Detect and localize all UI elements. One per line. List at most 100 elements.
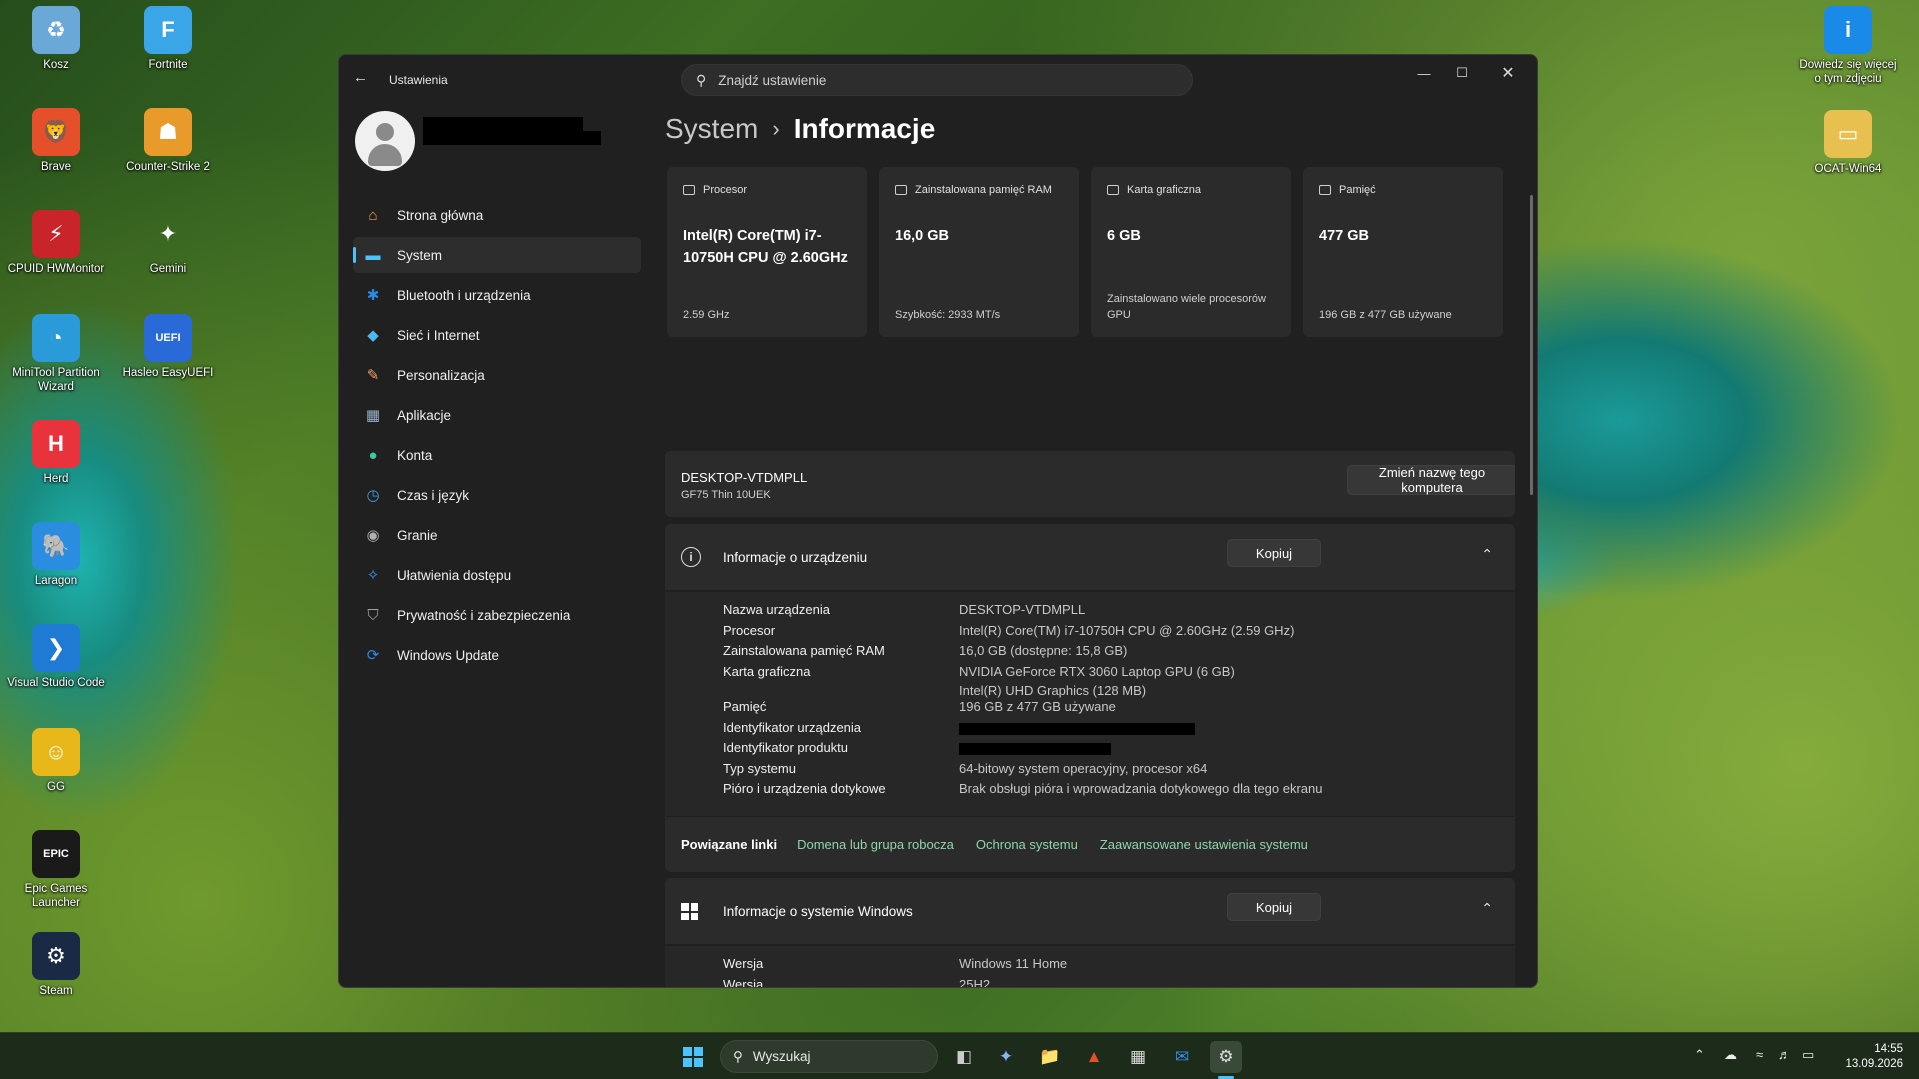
file-explorer-icon[interactable]: 📁 [1034, 1041, 1066, 1073]
wifi-icon[interactable]: ≈ [1756, 1047, 1763, 1062]
sidebar-item[interactable]: ● Konta [353, 437, 641, 473]
maximize-button[interactable]: ☐ [1439, 55, 1485, 91]
sidebar-item[interactable]: ◉ Granie [353, 517, 641, 553]
desktop-icon[interactable]: 🐘 Laragon [4, 522, 108, 588]
settings-taskbar-icon[interactable]: ⚙ [1210, 1041, 1242, 1073]
close-button[interactable]: ✕ [1485, 55, 1531, 91]
onedrive-icon[interactable]: ☁ [1724, 1047, 1737, 1063]
tray-overflow-icon[interactable]: ⌃ [1694, 1047, 1705, 1063]
clock[interactable]: 14:55 13.09.2026 [1845, 1042, 1903, 1072]
desktop-icon[interactable]: EPIC Epic Games Launcher [4, 830, 108, 910]
desktop-icon[interactable]: ◔ MiniTool Partition Wizard [4, 314, 108, 394]
spec-key: Pamięć [723, 699, 767, 714]
spec-value[interactable]: 64-bitowy system operacyjny, procesor x6… [959, 759, 1207, 778]
sidebar-item[interactable]: ⟳ Windows Update [353, 637, 641, 673]
desktop-icon[interactable]: ☗ Counter-Strike 2 [116, 108, 220, 174]
sidebar-item[interactable]: ✧ Ułatwienia dostępu [353, 557, 641, 593]
user-profile[interactable] [355, 111, 415, 171]
windows-info-header[interactable]: Informacje o systemie Windows Kopiuj ⌃ [665, 878, 1515, 944]
store-icon[interactable]: ▦ [1122, 1041, 1154, 1073]
spec-key: Wersja [723, 977, 764, 988]
spec-value[interactable]: Brak obsługi pióra i wprowadzania dotyko… [959, 779, 1323, 798]
desktop-icon[interactable]: ❯ Visual Studio Code [4, 624, 108, 690]
related-links: Powiązane linki Domena lub grupa robocza… [665, 816, 1515, 872]
desktop-icon[interactable]: UEFI Hasleo EasyUEFI [116, 314, 220, 380]
sidebar-item[interactable]: ⌂ Strona główna [353, 197, 641, 233]
rename-pc-button[interactable]: Zmień nazwę tego komputera [1347, 465, 1515, 495]
battery-icon[interactable]: ▭ [1802, 1047, 1814, 1063]
sidebar-item[interactable]: ✱ Bluetooth i urządzenia [353, 277, 641, 313]
spec-value[interactable]: 25H2 [959, 975, 990, 987]
volume-icon[interactable]: ♬ [1778, 1047, 1791, 1062]
desktop-icon-label: OCAT-Win64 [1814, 163, 1882, 175]
desktop-icon[interactable]: F Fortnite [116, 6, 220, 72]
spec-value[interactable]: Windows 11 Home [959, 954, 1067, 973]
time-language-icon: ◷ [366, 487, 380, 504]
sidebar-item-label: Sieć i Internet [397, 327, 480, 343]
desktop-icon[interactable]: ♻ Kosz [4, 6, 108, 72]
spec-card-subtext: Szybkość: 2933 MT/s [895, 309, 1001, 321]
settings-search-box[interactable]: ⚲ [681, 64, 1193, 96]
copy-windows-info-button[interactable]: Kopiuj [1227, 893, 1321, 921]
spec-value[interactable]: 16,0 GB (dostępne: 15,8 GB) [959, 641, 1127, 660]
breadcrumb-parent[interactable]: System [665, 113, 758, 145]
desktop-icon[interactable]: ▭ OCAT-Win64 [1796, 110, 1900, 176]
brave-taskbar-icon[interactable]: ▲ [1078, 1041, 1110, 1073]
spec-value-line: NVIDIA GeForce RTX 3060 Laptop GPU (6 GB… [959, 664, 1235, 679]
spec-card-title-row: Zainstalowana pamięć RAM [895, 181, 1063, 200]
epic-games-icon: EPIC [32, 830, 80, 878]
sidebar-item-label: System [397, 247, 443, 263]
spec-value[interactable]: 196 GB z 477 GB używane [959, 697, 1116, 716]
copy-device-info-button[interactable]: Kopiuj [1227, 539, 1321, 567]
related-links-label: Powiązane linki [681, 837, 778, 852]
spec-card: Karta graficzna 6 GB Zainstalowano wiele p… [1091, 167, 1291, 337]
desktop-icon[interactable]: ✦ Gemini [116, 210, 220, 276]
desktop-icon[interactable]: ⚡ CPUID HWMonitor [4, 210, 108, 276]
device-spec-row: Pamięć 196 GB z 477 GB używane [723, 697, 1116, 716]
apps-icon: ▦ [365, 407, 381, 424]
start-button[interactable] [677, 1041, 709, 1073]
page-title: Informacje [793, 113, 936, 144]
link-system-protection[interactable]: Ochrona systemu [976, 837, 1078, 852]
back-arrow-icon[interactable]: ← [353, 69, 373, 89]
taskbar-search-label: Wyszukaj [752, 1049, 811, 1064]
outlook-icon[interactable]: ✉ [1166, 1041, 1198, 1073]
chevron-up-icon[interactable]: ⌃ [1481, 900, 1493, 917]
brush-icon: ✎ [366, 367, 380, 384]
sidebar-item[interactable]: ✎ Personalizacja [353, 357, 641, 393]
spec-card-title: Procesor [703, 184, 748, 196]
desktop-icon[interactable]: 🦁 Brave [4, 108, 108, 174]
desktop-icon[interactable]: ☺ GG [4, 728, 108, 794]
task-view-icon[interactable]: ◧ [948, 1041, 980, 1073]
desktop-icon[interactable]: H Herd [4, 420, 108, 486]
spec-card: Pamięć 477 GB 196 GB z 477 GB używane [1303, 167, 1503, 337]
sidebar-item[interactable]: ▦ Aplikacje [353, 397, 641, 433]
sidebar-item[interactable]: ◆ Sieć i Internet [353, 317, 641, 353]
main-content: Procesor Intel(R) Core(TM) i7-10750H CPU … [665, 167, 1515, 988]
gemini-taskbar-icon[interactable]: ✦ [990, 1041, 1022, 1073]
device-info-header[interactable]: i Informacje o urządzeniu Kopiuj ⌃ [665, 524, 1515, 590]
taskbar-search[interactable]: ⚲ Wyszukaj [720, 1040, 938, 1073]
spec-value[interactable]: NVIDIA GeForce RTX 3060 Laptop GPU (6 GB… [959, 662, 1235, 700]
settings-search-input[interactable] [718, 72, 1139, 88]
breadcrumb: System › Informacje [665, 113, 935, 145]
chevron-up-icon[interactable]: ⌃ [1481, 546, 1493, 563]
device-spec-row: Identyfikator produktu [723, 738, 959, 757]
spec-cards: Procesor Intel(R) Core(TM) i7-10750H CPU … [667, 167, 1515, 337]
spec-card-subtext: 2.59 GHz [683, 309, 730, 321]
desktop-icon[interactable]: ⚙ Steam [4, 932, 108, 998]
desktop-icon[interactable]: i Dowiedz się więcej o tym zdjęciu [1796, 6, 1900, 86]
scrollbar[interactable] [1530, 195, 1533, 495]
counter-strike-icon: ☗ [144, 108, 192, 156]
spec-value[interactable]: DESKTOP-VTDMPLL [959, 600, 1085, 619]
sidebar-item[interactable]: ⛉ Prywatność i zabezpieczenia [353, 597, 641, 633]
sidebar-item[interactable]: ◷ Czas i język [353, 477, 641, 513]
sidebar-item[interactable]: ▬ System [353, 237, 641, 273]
spec-key: Pióro i urządzenia dotykowe [723, 781, 886, 796]
link-domain-workgroup[interactable]: Domena lub grupa robocza [797, 837, 954, 852]
vscode-icon: ❯ [32, 624, 80, 672]
sidebar-item-label: Konta [397, 447, 433, 463]
link-advanced-system-settings[interactable]: Zaawansowane ustawienia systemu [1100, 837, 1308, 852]
spec-value[interactable]: Intel(R) Core(TM) i7-10750H CPU @ 2.60GH… [959, 621, 1294, 640]
chevron-right-icon: › [772, 116, 780, 141]
